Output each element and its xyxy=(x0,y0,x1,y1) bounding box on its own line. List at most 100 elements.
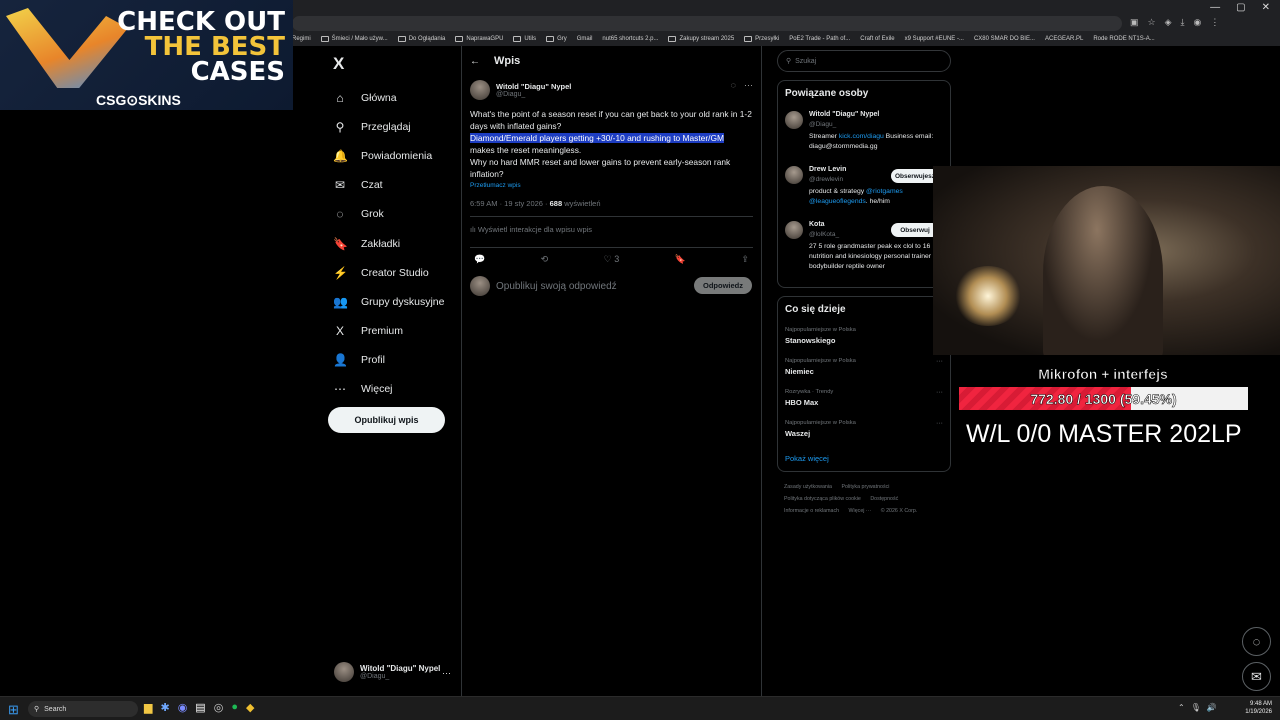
profile-icon[interactable]: ◉ xyxy=(1194,17,1202,28)
bookmark[interactable]: NaprawaGPU xyxy=(455,36,503,42)
search-icon: ⚲ xyxy=(34,706,40,713)
bookmark[interactable]: PoE2 Trade - Path of... xyxy=(789,36,850,42)
minimize-button[interactable]: — xyxy=(1210,2,1220,13)
maximize-button[interactable]: ▢ xyxy=(1236,2,1245,13)
bookmark[interactable]: Przesyłki xyxy=(744,36,779,42)
more-icon[interactable]: ··· xyxy=(936,420,943,427)
app-icon[interactable]: ◆ xyxy=(246,701,254,714)
account-switcher[interactable]: Witold "Diagu" Nypel @Diagu_ xyxy=(334,662,440,682)
trend-item[interactable]: Rozrywka · Trendy HBO Max ··· xyxy=(785,389,943,407)
person-card[interactable]: Witold "Diagu" Nypel @Diagu_ Streamer ki… xyxy=(785,111,945,155)
like-button[interactable]: ♡ 3 xyxy=(604,254,620,268)
more-icon[interactable]: ··· xyxy=(936,358,943,365)
footer-link[interactable]: Polityka prywatności xyxy=(841,484,889,490)
bookmark[interactable]: nut65 shortcuts 2.p... xyxy=(602,36,658,42)
bookmark[interactable]: Gry xyxy=(546,36,567,42)
bookmark[interactable]: Śmieci / Mało używ... xyxy=(320,36,388,42)
show-more-link[interactable]: Pokaż więcej xyxy=(785,454,829,463)
translate-link[interactable]: Przetłumacz wpis xyxy=(470,182,753,189)
bio-link[interactable]: kick.com/diagu xyxy=(839,133,884,140)
tweet-time[interactable]: 6:59 AM · 19 sty 2026 · xyxy=(470,199,548,208)
extension-icon[interactable]: ▣ xyxy=(1130,17,1139,28)
nav-item-explore[interactable]: ⚲ Przeglądaj xyxy=(328,112,458,141)
reply-icon[interactable]: 💬 xyxy=(474,254,485,268)
address-bar[interactable] xyxy=(292,16,1122,31)
chrome-icon[interactable]: ◎ xyxy=(214,701,224,714)
nav-item-home[interactable]: ⌂ Główna xyxy=(328,83,458,112)
bookmark[interactable]: Gmail xyxy=(577,36,593,42)
browser-toolbar-icons: ▣ ☆ ◈ ⤓ ◉ ⋮ xyxy=(1130,17,1219,28)
bookmark[interactable]: Do Oglądania xyxy=(397,36,445,42)
bookmark[interactable]: Regimi xyxy=(292,36,311,42)
folder-icon xyxy=(455,36,464,42)
tweet: Witold "Diagu" Nypel @Diagu_ ◌ ··· What'… xyxy=(470,78,753,268)
back-arrow-icon[interactable]: ← xyxy=(470,56,480,67)
footer-link[interactable]: Informacje o reklamach xyxy=(784,508,839,514)
bookmark[interactable]: Rode RODE NT1S-A... xyxy=(1093,36,1154,42)
search-icon: ⚲ xyxy=(786,58,792,65)
reply-button[interactable]: Odpowiedz xyxy=(694,277,752,294)
following-button[interactable]: Obserwujesz xyxy=(891,169,939,183)
search-input[interactable]: ⚲ Szukaj xyxy=(777,50,951,72)
tweet-line: What's the point of a season reset if yo… xyxy=(470,109,752,131)
share-icon[interactable]: ⇪ xyxy=(741,254,749,268)
nav-item-creator-studio[interactable]: ⚡ Creator Studio xyxy=(328,258,458,287)
footer-link[interactable]: Polityka dotycząca plików cookie xyxy=(784,496,861,502)
taskbar-search[interactable]: ⚲ Search xyxy=(28,701,138,717)
search-icon: ⚲ xyxy=(335,119,345,134)
notion-icon[interactable]: ▤ xyxy=(195,701,205,714)
download-icon[interactable]: ⤓ xyxy=(1181,17,1185,28)
trend-item[interactable]: Najpopularniejsze w Polska Stanowskiego xyxy=(785,327,943,345)
spotify-icon[interactable]: ● xyxy=(231,701,238,714)
nav-item-notifications[interactable]: 🔔 Powiadomienia xyxy=(328,141,458,170)
avatar[interactable] xyxy=(470,80,490,100)
bookmark[interactable]: x9 Support #EUNE -... xyxy=(905,36,964,42)
goal-progress-bar: 772.80 / 1300 (59.45%) xyxy=(959,387,1248,410)
nav-item-chat[interactable]: ✉ Czat xyxy=(328,171,458,200)
volume-icon[interactable]: 🔊 xyxy=(1207,703,1217,712)
shield-icon[interactable]: ◈ xyxy=(1165,17,1172,28)
menu-icon[interactable]: ⋮ xyxy=(1210,17,1219,28)
view-interactions[interactable]: ılı Wyświetl interakcje dla wpisu wpis xyxy=(470,225,753,239)
bookmark-icon[interactable]: 🔖 xyxy=(675,254,686,268)
more-circle-icon: ⋯ xyxy=(334,382,346,397)
file-explorer-icon[interactable]: ▆ xyxy=(144,701,152,714)
trend-item[interactable]: Najpopularniejsze w Polska Niemiec ··· xyxy=(785,358,943,376)
bookmark[interactable]: Zakupy stream 2025 xyxy=(668,36,734,42)
discord-icon[interactable]: ◉ xyxy=(178,701,188,714)
nav-item-premium[interactable]: X Premium xyxy=(328,317,458,346)
microphone-icon[interactable]: 🎙 xyxy=(1191,703,1201,712)
nav-item-grok[interactable]: ◌ Grok xyxy=(328,200,458,229)
grok-fab-icon[interactable]: ◌ xyxy=(1242,627,1271,656)
nav-item-bookmarks[interactable]: 🔖 Zakładki xyxy=(328,229,458,258)
nav-item-profile[interactable]: 👤 Profil xyxy=(328,346,458,375)
more-icon[interactable]: ··· xyxy=(936,389,943,396)
repost-icon[interactable]: ⟲ xyxy=(541,254,549,268)
messages-fab-icon[interactable]: ✉ xyxy=(1242,662,1271,691)
trend-item[interactable]: Najpopularniejsze w Polska Waszej ··· xyxy=(785,420,943,438)
bookmark[interactable]: Utils xyxy=(513,36,536,42)
close-button[interactable]: ✕ xyxy=(1262,2,1270,13)
footer-link[interactable]: Więcej ··· xyxy=(849,508,872,514)
author-name[interactable]: Witold "Diagu" Nypel xyxy=(496,82,571,91)
nav-item-communities[interactable]: 👥 Grupy dyskusyjne xyxy=(328,287,458,316)
nav-item-more[interactable]: ⋯ Więcej xyxy=(328,375,458,404)
x-logo-icon[interactable]: X xyxy=(333,54,458,74)
person-name: Kota xyxy=(809,221,825,228)
windows-start-icon[interactable]: ⊞ xyxy=(8,702,19,718)
follow-button[interactable]: Obserwuj xyxy=(891,223,939,237)
account-more-icon[interactable]: ··· xyxy=(442,668,451,678)
footer-link[interactable]: Dostępność xyxy=(870,496,898,502)
more-icon[interactable]: ··· xyxy=(744,80,753,90)
app-icon[interactable]: ✱ xyxy=(160,701,169,714)
star-icon[interactable]: ☆ xyxy=(1148,17,1156,28)
grok-icon[interactable]: ◌ xyxy=(731,80,736,90)
bookmark[interactable]: CX80 SMAR DO BIE... xyxy=(974,36,1035,42)
bookmark[interactable]: Craft of Exile xyxy=(860,36,894,42)
footer-link[interactable]: Zasady użytkowania xyxy=(784,484,832,490)
reply-input[interactable]: Opublikuj swoją odpowiedź xyxy=(496,281,617,292)
taskbar-clock[interactable]: 9:48 AM 1/19/2026 xyxy=(1240,700,1272,716)
post-button[interactable]: Opublikuj wpis xyxy=(328,407,445,433)
chevron-up-icon[interactable]: ⌃ xyxy=(1178,703,1185,712)
bookmark[interactable]: ACEGEAR.PL xyxy=(1045,36,1083,42)
